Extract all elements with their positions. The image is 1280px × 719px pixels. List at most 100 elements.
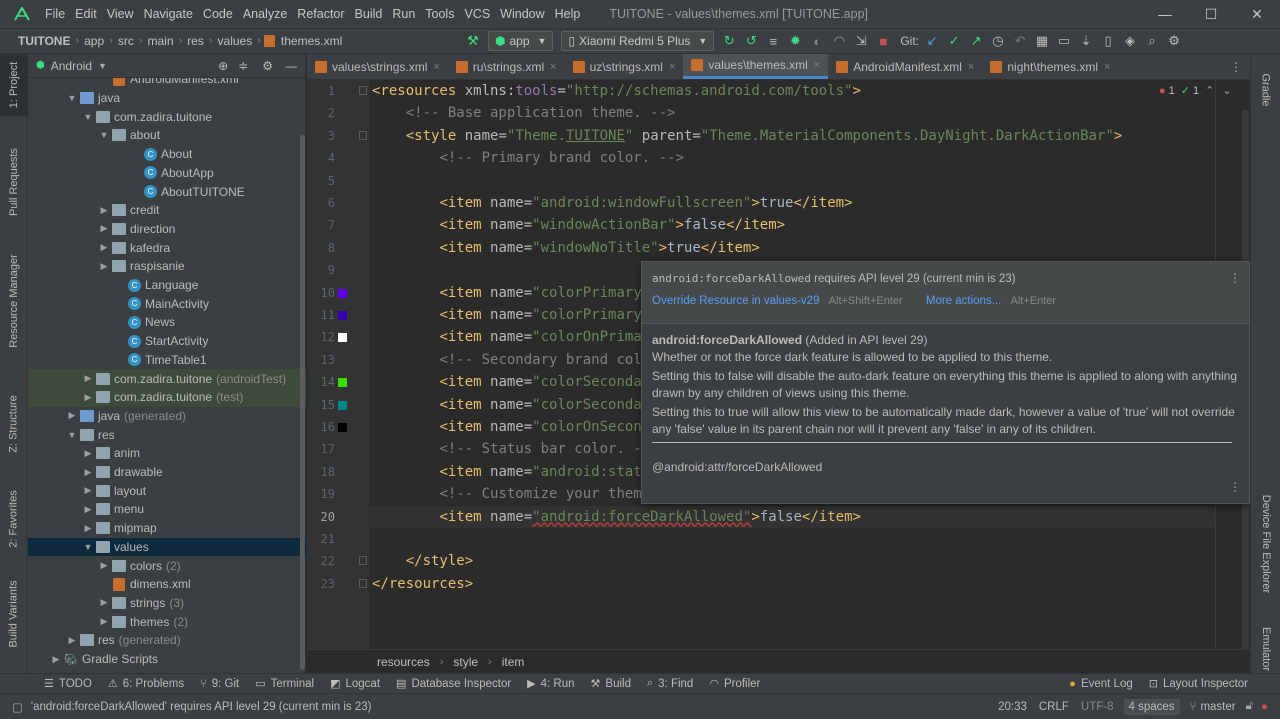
tree-item[interactable]: ▶ kafedra <box>28 238 306 257</box>
gear-icon[interactable]: ⚙ <box>262 59 273 73</box>
breadcrumb-item[interactable]: res <box>185 34 206 48</box>
fold-marker-icon[interactable] <box>359 578 367 588</box>
menu-item-tools[interactable]: Tools <box>420 0 459 28</box>
code-line[interactable]: <!-- Base application theme. --> <box>372 102 1242 124</box>
chevron-right-icon[interactable]: ▶ <box>50 654 62 665</box>
git-update-icon[interactable]: ↙ <box>921 30 943 52</box>
tree-item[interactable]: C Language <box>28 276 306 295</box>
tree-item[interactable]: ▼ com.zadira.tuitone <box>28 107 306 126</box>
bottom-tab[interactable]: ⚠ 6: Problems <box>100 677 192 691</box>
coverage-icon[interactable]: ◐ <box>806 30 828 52</box>
code-line[interactable]: <item name="android:forceDarkAllowed">fa… <box>372 506 1242 528</box>
tree-item[interactable]: ▶ drawable <box>28 463 306 482</box>
tab-favorites[interactable]: 2: Favorites <box>0 484 28 554</box>
close-icon[interactable]: × <box>968 61 974 73</box>
breadcrumb-item[interactable]: main <box>146 34 176 48</box>
code-line[interactable]: <item name="android:windowFullscreen">tr… <box>372 192 1242 214</box>
tab-resource-manager[interactable]: Resource Manager <box>0 246 28 356</box>
tree-item[interactable]: dimens.xml <box>28 575 306 594</box>
chevron-right-icon[interactable]: ▶ <box>82 485 94 496</box>
fold-marker-icon[interactable] <box>359 130 367 140</box>
breadcrumb-item[interactable]: values <box>216 34 255 48</box>
bottom-tab[interactable]: ⚒ Build <box>583 677 639 691</box>
close-icon[interactable]: × <box>669 61 675 73</box>
profile-icon[interactable]: ◠ <box>828 30 850 52</box>
close-icon[interactable]: × <box>814 59 820 71</box>
tree-item[interactable]: ▼ java <box>28 89 306 108</box>
color-swatch[interactable] <box>338 333 347 343</box>
code-line[interactable]: <resources xmlns:tools="http://schemas.a… <box>372 80 1242 102</box>
bottom-tab[interactable]: ▤ Database Inspector <box>388 677 519 691</box>
chevron-up-icon[interactable]: ⌃ <box>1205 84 1214 97</box>
maximize-button[interactable]: ☐ <box>1188 0 1234 28</box>
close-icon[interactable]: × <box>550 61 556 73</box>
bottom-tab[interactable]: ▭ Terminal <box>247 677 322 691</box>
menu-item-refactor[interactable]: Refactor <box>292 0 349 28</box>
bottom-tab[interactable]: ⑂ 9: Git <box>192 677 247 690</box>
tree-item[interactable]: C TimeTable1 <box>28 351 306 370</box>
layout-validation-icon[interactable]: ◈ <box>1119 30 1141 52</box>
code-line[interactable]: <style name="Theme.TUITONE" parent="Them… <box>372 125 1242 147</box>
chevron-right-icon[interactable]: ▶ <box>98 223 110 234</box>
chevron-right-icon[interactable]: ▶ <box>82 448 94 459</box>
breadcrumb-item[interactable]: app <box>82 34 106 48</box>
menu-item-view[interactable]: View <box>102 0 139 28</box>
chevron-down-icon[interactable]: ⌄ <box>1222 84 1231 97</box>
menu-item-help[interactable]: Help <box>550 0 586 28</box>
editor-breadcrumb-item[interactable]: resources <box>375 655 432 669</box>
run-config-select[interactable]: ⬢ app ▼ <box>488 31 554 51</box>
tree-item[interactable]: ▶ com.zadira.tuitone (androidTest) <box>28 369 306 388</box>
debug-icon[interactable]: ✹ <box>784 30 806 52</box>
editor-tab[interactable]: ru\strings.xml × <box>448 54 565 79</box>
project-structure-icon[interactable]: ▦ <box>1031 30 1053 52</box>
bottom-tab[interactable]: ☰ TODO <box>36 677 100 691</box>
chevron-right-icon[interactable]: ▶ <box>66 410 78 421</box>
locate-icon[interactable]: ⊕ <box>218 59 228 73</box>
editor-breadcrumb-item[interactable]: item <box>500 655 527 669</box>
code-line[interactable]: </style> <box>372 550 1242 572</box>
tree-item[interactable]: C About <box>28 145 306 164</box>
tab-structure[interactable]: Z: Structure <box>0 389 28 459</box>
settings-icon[interactable]: ⚙ <box>1163 30 1185 52</box>
line-separator[interactable]: CRLF <box>1039 701 1069 713</box>
code-line[interactable]: <!-- Primary brand color. --> <box>372 147 1242 169</box>
menu-item-code[interactable]: Code <box>198 0 238 28</box>
project-scrollbar[interactable] <box>300 135 305 670</box>
tree-item[interactable]: ▶ credit <box>28 201 306 220</box>
avd-manager-icon[interactable]: ▭ <box>1053 30 1075 52</box>
stop-icon[interactable]: ■ <box>872 30 894 52</box>
file-encoding[interactable]: UTF-8 <box>1081 701 1114 713</box>
tree-item[interactable]: C MainActivity <box>28 294 306 313</box>
indent-setting[interactable]: 4 spaces <box>1123 698 1180 715</box>
chevron-right-icon[interactable]: ▶ <box>82 523 94 534</box>
git-rollback-icon[interactable]: ↶ <box>1009 30 1031 52</box>
chevron-right-icon[interactable]: ▶ <box>98 261 110 272</box>
close-icon[interactable]: × <box>1104 61 1110 73</box>
editor-tab[interactable]: AndroidManifest.xml × <box>828 54 982 79</box>
more-actions-link[interactable]: More actions... <box>926 295 1001 307</box>
popup-menu-icon[interactable]: ⋮ <box>1229 271 1241 285</box>
bottom-tab[interactable]: ⊡ Layout Inspector <box>1141 677 1256 691</box>
tab-pull-requests[interactable]: Pull Requests <box>0 142 28 222</box>
chevron-down-icon[interactable]: ▼ <box>82 542 94 552</box>
fold-marker-icon[interactable] <box>359 556 367 566</box>
tab-overflow-icon[interactable]: ⋮ <box>1222 54 1250 79</box>
editor-breadcrumb-item[interactable]: style <box>451 655 480 669</box>
color-swatch[interactable] <box>338 400 347 410</box>
git-branch[interactable]: master <box>1200 701 1235 713</box>
tree-item[interactable]: ▼ res <box>28 425 306 444</box>
menu-item-file[interactable]: File <box>40 0 70 28</box>
editor-tab[interactable]: night\themes.xml × <box>982 54 1118 79</box>
tree-item[interactable]: ▶ themes (2) <box>28 612 306 631</box>
bottom-tab[interactable]: ▶ 4: Run <box>519 677 582 691</box>
tab-project[interactable]: 1: Project <box>0 54 28 116</box>
tab-device-file-explorer[interactable]: Device File Explorer <box>1251 474 1280 614</box>
chevron-down-icon[interactable]: ▼ <box>82 112 94 122</box>
tree-item[interactable]: C News <box>28 313 306 332</box>
apply-changes-icon[interactable]: ↻ <box>718 30 740 52</box>
tree-item[interactable]: C AboutTUITONE <box>28 182 306 201</box>
override-resource-link[interactable]: Override Resource in values-v29 <box>652 295 819 307</box>
caret-position[interactable]: 20:33 <box>998 701 1027 713</box>
tree-item[interactable]: ▶ menu <box>28 500 306 519</box>
tab-gradle[interactable]: Gradle <box>1251 60 1280 120</box>
